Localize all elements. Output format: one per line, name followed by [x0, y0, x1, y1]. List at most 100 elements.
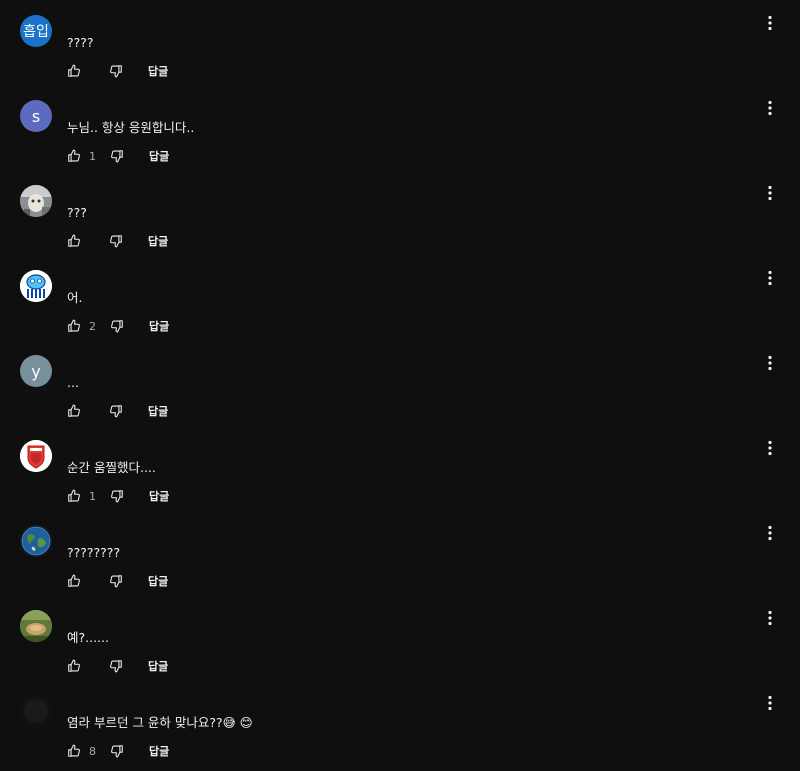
reply-button[interactable]: 답글 — [148, 403, 168, 419]
dislike-button[interactable] — [109, 574, 123, 588]
more-vert-icon — [768, 185, 772, 201]
comment-actions: 1 답글 — [67, 147, 169, 165]
more-actions-button[interactable] — [762, 355, 778, 371]
dislike-button[interactable] — [110, 489, 124, 503]
comment-text: ???????? — [67, 545, 121, 560]
avatar[interactable] — [20, 270, 52, 302]
reply-button[interactable]: 답글 — [148, 63, 168, 79]
thumbs-down-icon — [110, 575, 122, 588]
reply-button[interactable]: 답글 — [149, 488, 169, 504]
comment-text: ??? — [67, 205, 87, 220]
comment-actions: 답글 — [67, 657, 168, 675]
thumbs-down-icon — [110, 235, 122, 248]
thumbs-up-icon — [68, 64, 80, 77]
avatar-initials: y — [31, 361, 41, 381]
dislike-button[interactable] — [110, 149, 124, 163]
dislike-button[interactable] — [109, 659, 123, 673]
more-vert-icon — [768, 270, 772, 286]
like-button[interactable] — [67, 744, 81, 758]
cartoon-avatar-icon — [20, 270, 52, 302]
comment-item: 순간 움찔했다.... 1 답글 — [0, 440, 800, 525]
dark-avatar-icon — [20, 695, 52, 727]
more-actions-button[interactable] — [762, 440, 778, 456]
more-actions-button[interactable] — [762, 695, 778, 711]
more-vert-icon — [768, 525, 772, 541]
reply-button[interactable]: 답글 — [149, 318, 169, 334]
comment-actions: 답글 — [67, 572, 168, 590]
comment-actions: 답글 — [67, 232, 168, 250]
thumbs-up-icon — [68, 319, 80, 332]
avatar-initials: s — [31, 106, 41, 126]
more-vert-icon — [768, 695, 772, 711]
dislike-button[interactable] — [109, 404, 123, 418]
comment-item: ??? 답글 — [0, 185, 800, 270]
shield-avatar-icon — [20, 440, 52, 472]
comment-item: 흡입 ???? 답글 — [0, 15, 800, 100]
like-button[interactable] — [67, 319, 81, 333]
like-button[interactable] — [67, 234, 81, 248]
comment-actions: 답글 — [67, 62, 168, 80]
comment-text: ???? — [67, 35, 94, 50]
like-button[interactable] — [67, 574, 81, 588]
like-button[interactable] — [67, 489, 81, 503]
comment-text: 염라 부르던 그 윤하 맞나요??😅 😊 — [67, 715, 253, 730]
avatar[interactable] — [20, 610, 52, 642]
comment-item: s 누님.. 항상 응원합니다.. 1 답글 — [0, 100, 800, 185]
more-actions-button[interactable] — [762, 525, 778, 541]
dislike-button[interactable] — [110, 319, 124, 333]
like-button[interactable] — [67, 659, 81, 673]
comment-text: ... — [67, 375, 79, 390]
photo-avatar-icon — [20, 185, 52, 217]
thumbs-down-icon — [110, 660, 122, 673]
comment-text: 예?...... — [67, 630, 109, 645]
avatar[interactable]: y — [20, 355, 52, 387]
comment-text: 누님.. 항상 응원합니다.. — [67, 120, 195, 135]
more-actions-button[interactable] — [762, 100, 778, 116]
more-vert-icon — [768, 15, 772, 31]
comment-actions: 답글 — [67, 402, 168, 420]
comment-item: ???????? 답글 — [0, 525, 800, 610]
avatar[interactable]: 흡입 — [20, 15, 52, 47]
comment-text: 어. — [67, 290, 83, 305]
more-vert-icon — [768, 440, 772, 456]
dislike-button[interactable] — [109, 64, 123, 78]
like-button[interactable] — [67, 149, 81, 163]
avatar[interactable]: s — [20, 100, 52, 132]
like-count: 2 — [89, 319, 96, 333]
thumbs-down-icon — [110, 65, 122, 78]
more-actions-button[interactable] — [762, 610, 778, 626]
reply-button[interactable]: 답글 — [148, 233, 168, 249]
thumbs-down-icon — [111, 150, 123, 163]
avatar-initials: 흡입 — [23, 24, 49, 40]
more-vert-icon — [768, 100, 772, 116]
reply-button[interactable]: 답글 — [149, 743, 169, 759]
comment-text: 순간 움찔했다.... — [67, 460, 156, 475]
comment-item: y ... 답글 — [0, 355, 800, 440]
like-count: 8 — [89, 744, 96, 758]
thumbs-up-icon — [68, 234, 80, 247]
reply-button[interactable]: 답글 — [148, 658, 168, 674]
like-button[interactable] — [67, 64, 81, 78]
like-button[interactable] — [67, 404, 81, 418]
more-actions-button[interactable] — [762, 15, 778, 31]
more-actions-button[interactable] — [762, 270, 778, 286]
thumbs-up-icon — [68, 574, 80, 587]
reply-button[interactable]: 답글 — [148, 573, 168, 589]
more-actions-button[interactable] — [762, 185, 778, 201]
photo-avatar-icon — [20, 610, 52, 642]
comment-item: 어. 2 답글 — [0, 270, 800, 355]
comment-actions: 1 답글 — [67, 487, 169, 505]
avatar[interactable] — [20, 185, 52, 217]
avatar[interactable] — [20, 440, 52, 472]
comment-actions: 2 답글 — [67, 317, 169, 335]
like-count: 1 — [89, 149, 96, 163]
dislike-button[interactable] — [110, 744, 124, 758]
comment-item: 예?...... 답글 — [0, 610, 800, 695]
dislike-button[interactable] — [109, 234, 123, 248]
avatar[interactable] — [20, 525, 52, 557]
comment-actions: 8 답글 — [67, 742, 169, 760]
avatar[interactable] — [20, 695, 52, 727]
thumbs-down-icon — [111, 490, 123, 503]
reply-button[interactable]: 답글 — [149, 148, 169, 164]
thumbs-up-icon — [68, 149, 80, 162]
